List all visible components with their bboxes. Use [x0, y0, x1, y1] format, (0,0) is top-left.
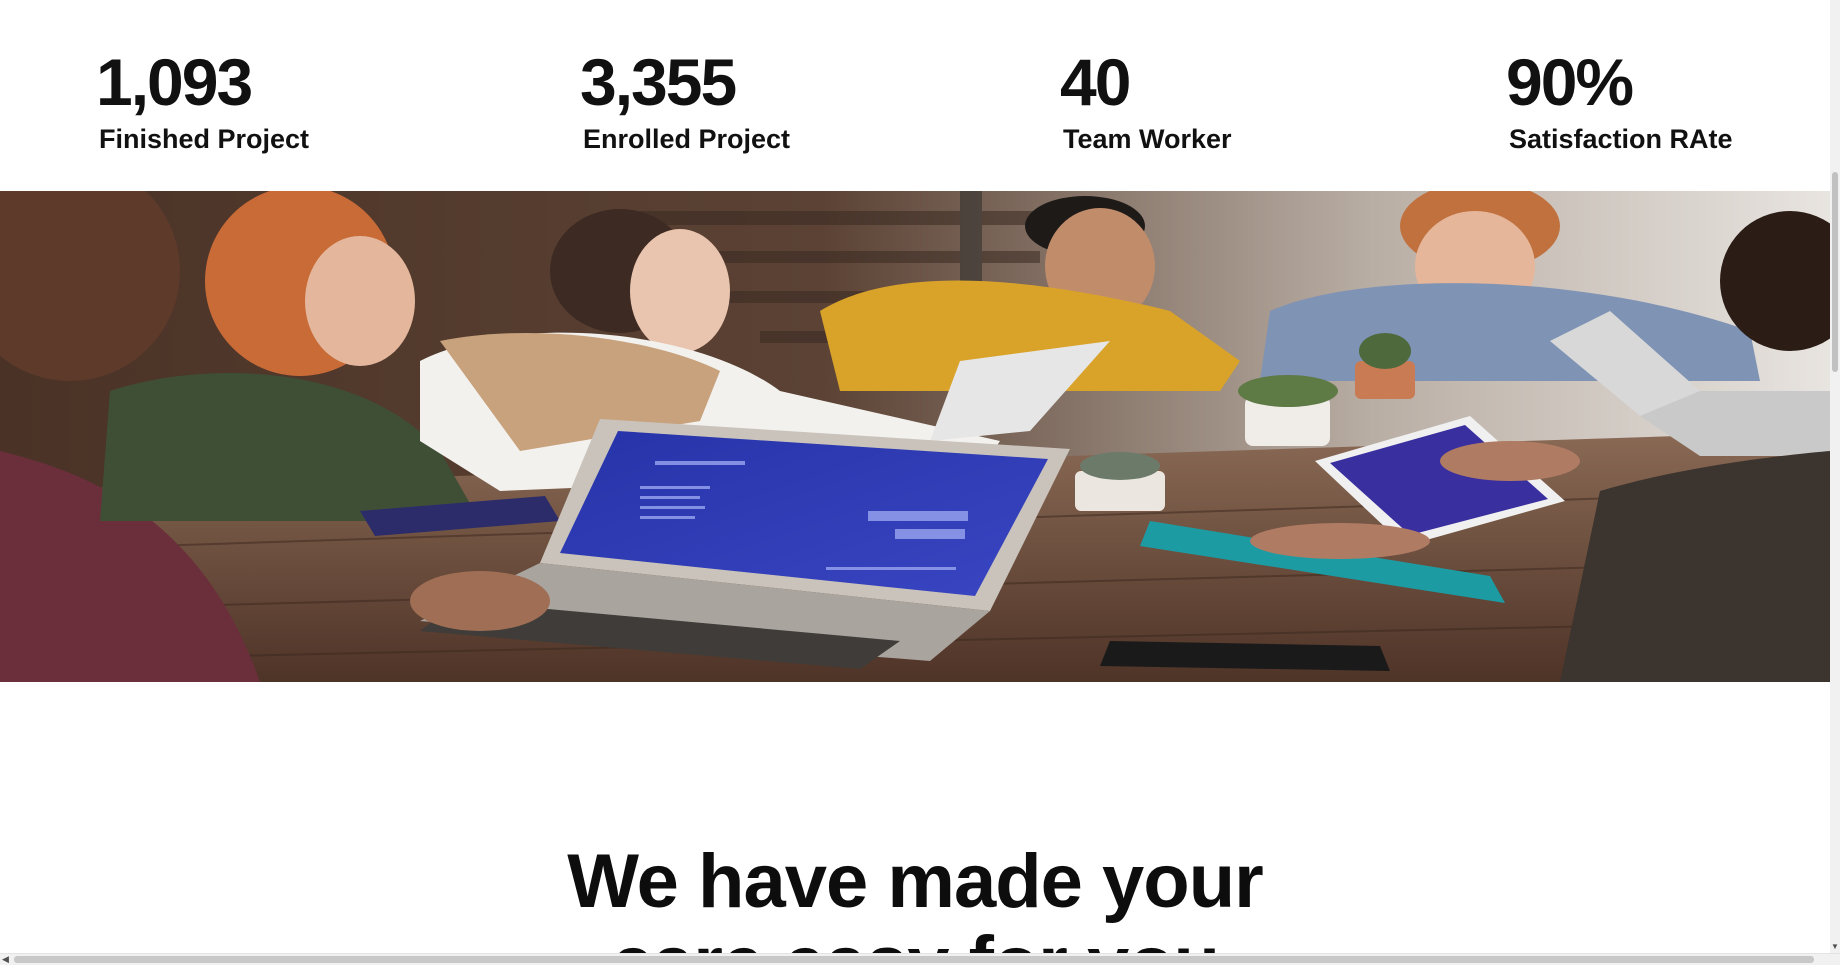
scroll-arrow-down-icon[interactable]: ▼: [1831, 942, 1839, 952]
stat-value: 1,093: [96, 45, 253, 119]
stat-finished-project: 1,093 Finished Project: [96, 44, 309, 156]
stat-satisfaction-rate: 90% Satisfaction RAte: [1506, 44, 1733, 156]
horizontal-scroll-thumb[interactable]: [14, 956, 1814, 963]
horizontal-scrollbar[interactable]: ◀: [0, 953, 1840, 965]
stat-value: 3,355: [580, 45, 737, 119]
headline-line-1: We have made your: [567, 839, 1263, 925]
stat-label: Team Worker: [1063, 124, 1232, 154]
vertical-scrollbar[interactable]: ▼: [1830, 0, 1840, 953]
stat-label: Satisfaction RAte: [1509, 124, 1733, 154]
scroll-arrow-left-icon[interactable]: ◀: [2, 954, 12, 965]
vertical-scroll-thumb[interactable]: [1832, 172, 1838, 372]
browser-viewport: 1,093 Finished Project 3,355 Enrolled Pr…: [0, 0, 1840, 965]
stat-label: Enrolled Project: [583, 124, 791, 154]
stat-label: Finished Project: [99, 124, 310, 154]
team-meeting-photo: [0, 191, 1830, 682]
stat-value: 40: [1060, 45, 1131, 119]
stat-value: 90%: [1506, 45, 1634, 119]
stats-section: 1,093 Finished Project 3,355 Enrolled Pr…: [0, 0, 1830, 190]
section-headline: We have made your care easy for you: [0, 841, 1830, 965]
stat-team-worker: 40 Team Worker: [1060, 44, 1232, 156]
stat-enrolled-project: 3,355 Enrolled Project: [580, 44, 790, 156]
page-content: 1,093 Finished Project 3,355 Enrolled Pr…: [0, 0, 1830, 965]
hero-image: [0, 191, 1830, 682]
